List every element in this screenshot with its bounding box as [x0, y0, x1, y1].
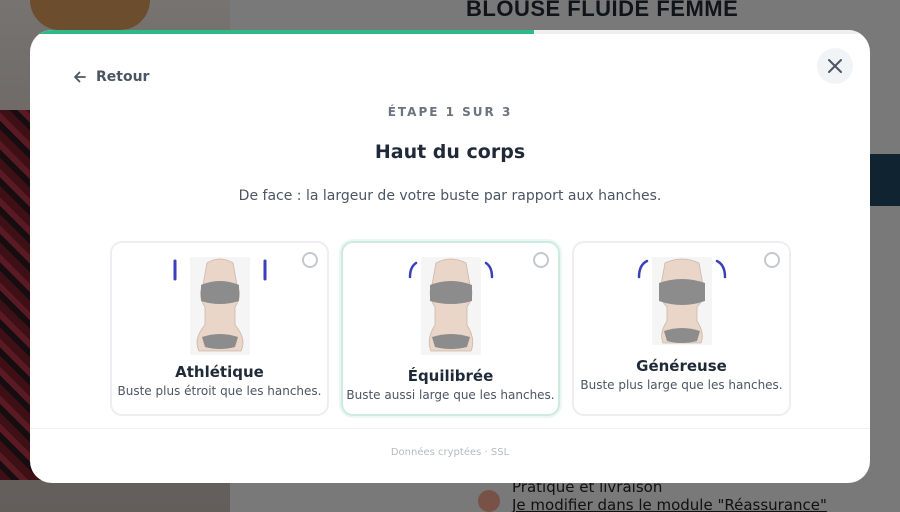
option-description: Buste plus étroit que les hanches.	[117, 384, 322, 398]
option-name: Équilibrée	[407, 367, 494, 385]
footer-divider	[30, 428, 870, 429]
option-description: Buste plus large que les hanches.	[580, 378, 783, 392]
page-title: Haut du corps	[374, 141, 526, 163]
arrow-left-icon	[74, 71, 86, 83]
body-shape-modal: Retour ÉTAPE 1 SUR 3 Haut du corps De fa…	[30, 30, 870, 483]
back-label: Retour	[96, 69, 150, 85]
option-radio[interactable]	[302, 252, 318, 268]
progress-fill	[30, 30, 534, 34]
balanced-silhouette-icon	[408, 257, 493, 355]
close-icon	[828, 59, 842, 73]
close-button[interactable]	[817, 48, 853, 84]
back-button[interactable]: Retour	[72, 69, 149, 85]
option-cards: Athlétique Buste plus étroit que les han…	[110, 241, 792, 416]
option-genereuse[interactable]: Généreuse Buste plus large que les hanch…	[572, 241, 791, 416]
option-radio[interactable]	[764, 252, 780, 268]
option-equilibree[interactable]: Équilibrée Buste aussi large que les han…	[341, 241, 560, 416]
page-subtitle: De face : la largeur de votre buste par …	[238, 188, 662, 204]
athletic-silhouette-icon	[173, 257, 266, 355]
generous-silhouette-icon	[637, 257, 726, 345]
option-radio[interactable]	[533, 252, 549, 268]
option-athletique[interactable]: Athlétique Buste plus étroit que les han…	[110, 241, 329, 416]
security-note: Données cryptées · SSL	[390, 447, 510, 458]
step-indicator: ÉTAPE 1 SUR 3	[387, 105, 513, 119]
option-description: Buste aussi large que les hanches.	[346, 388, 555, 402]
option-name: Généreuse	[636, 357, 727, 375]
progress-track	[30, 30, 870, 34]
option-name: Athlétique	[175, 363, 264, 381]
